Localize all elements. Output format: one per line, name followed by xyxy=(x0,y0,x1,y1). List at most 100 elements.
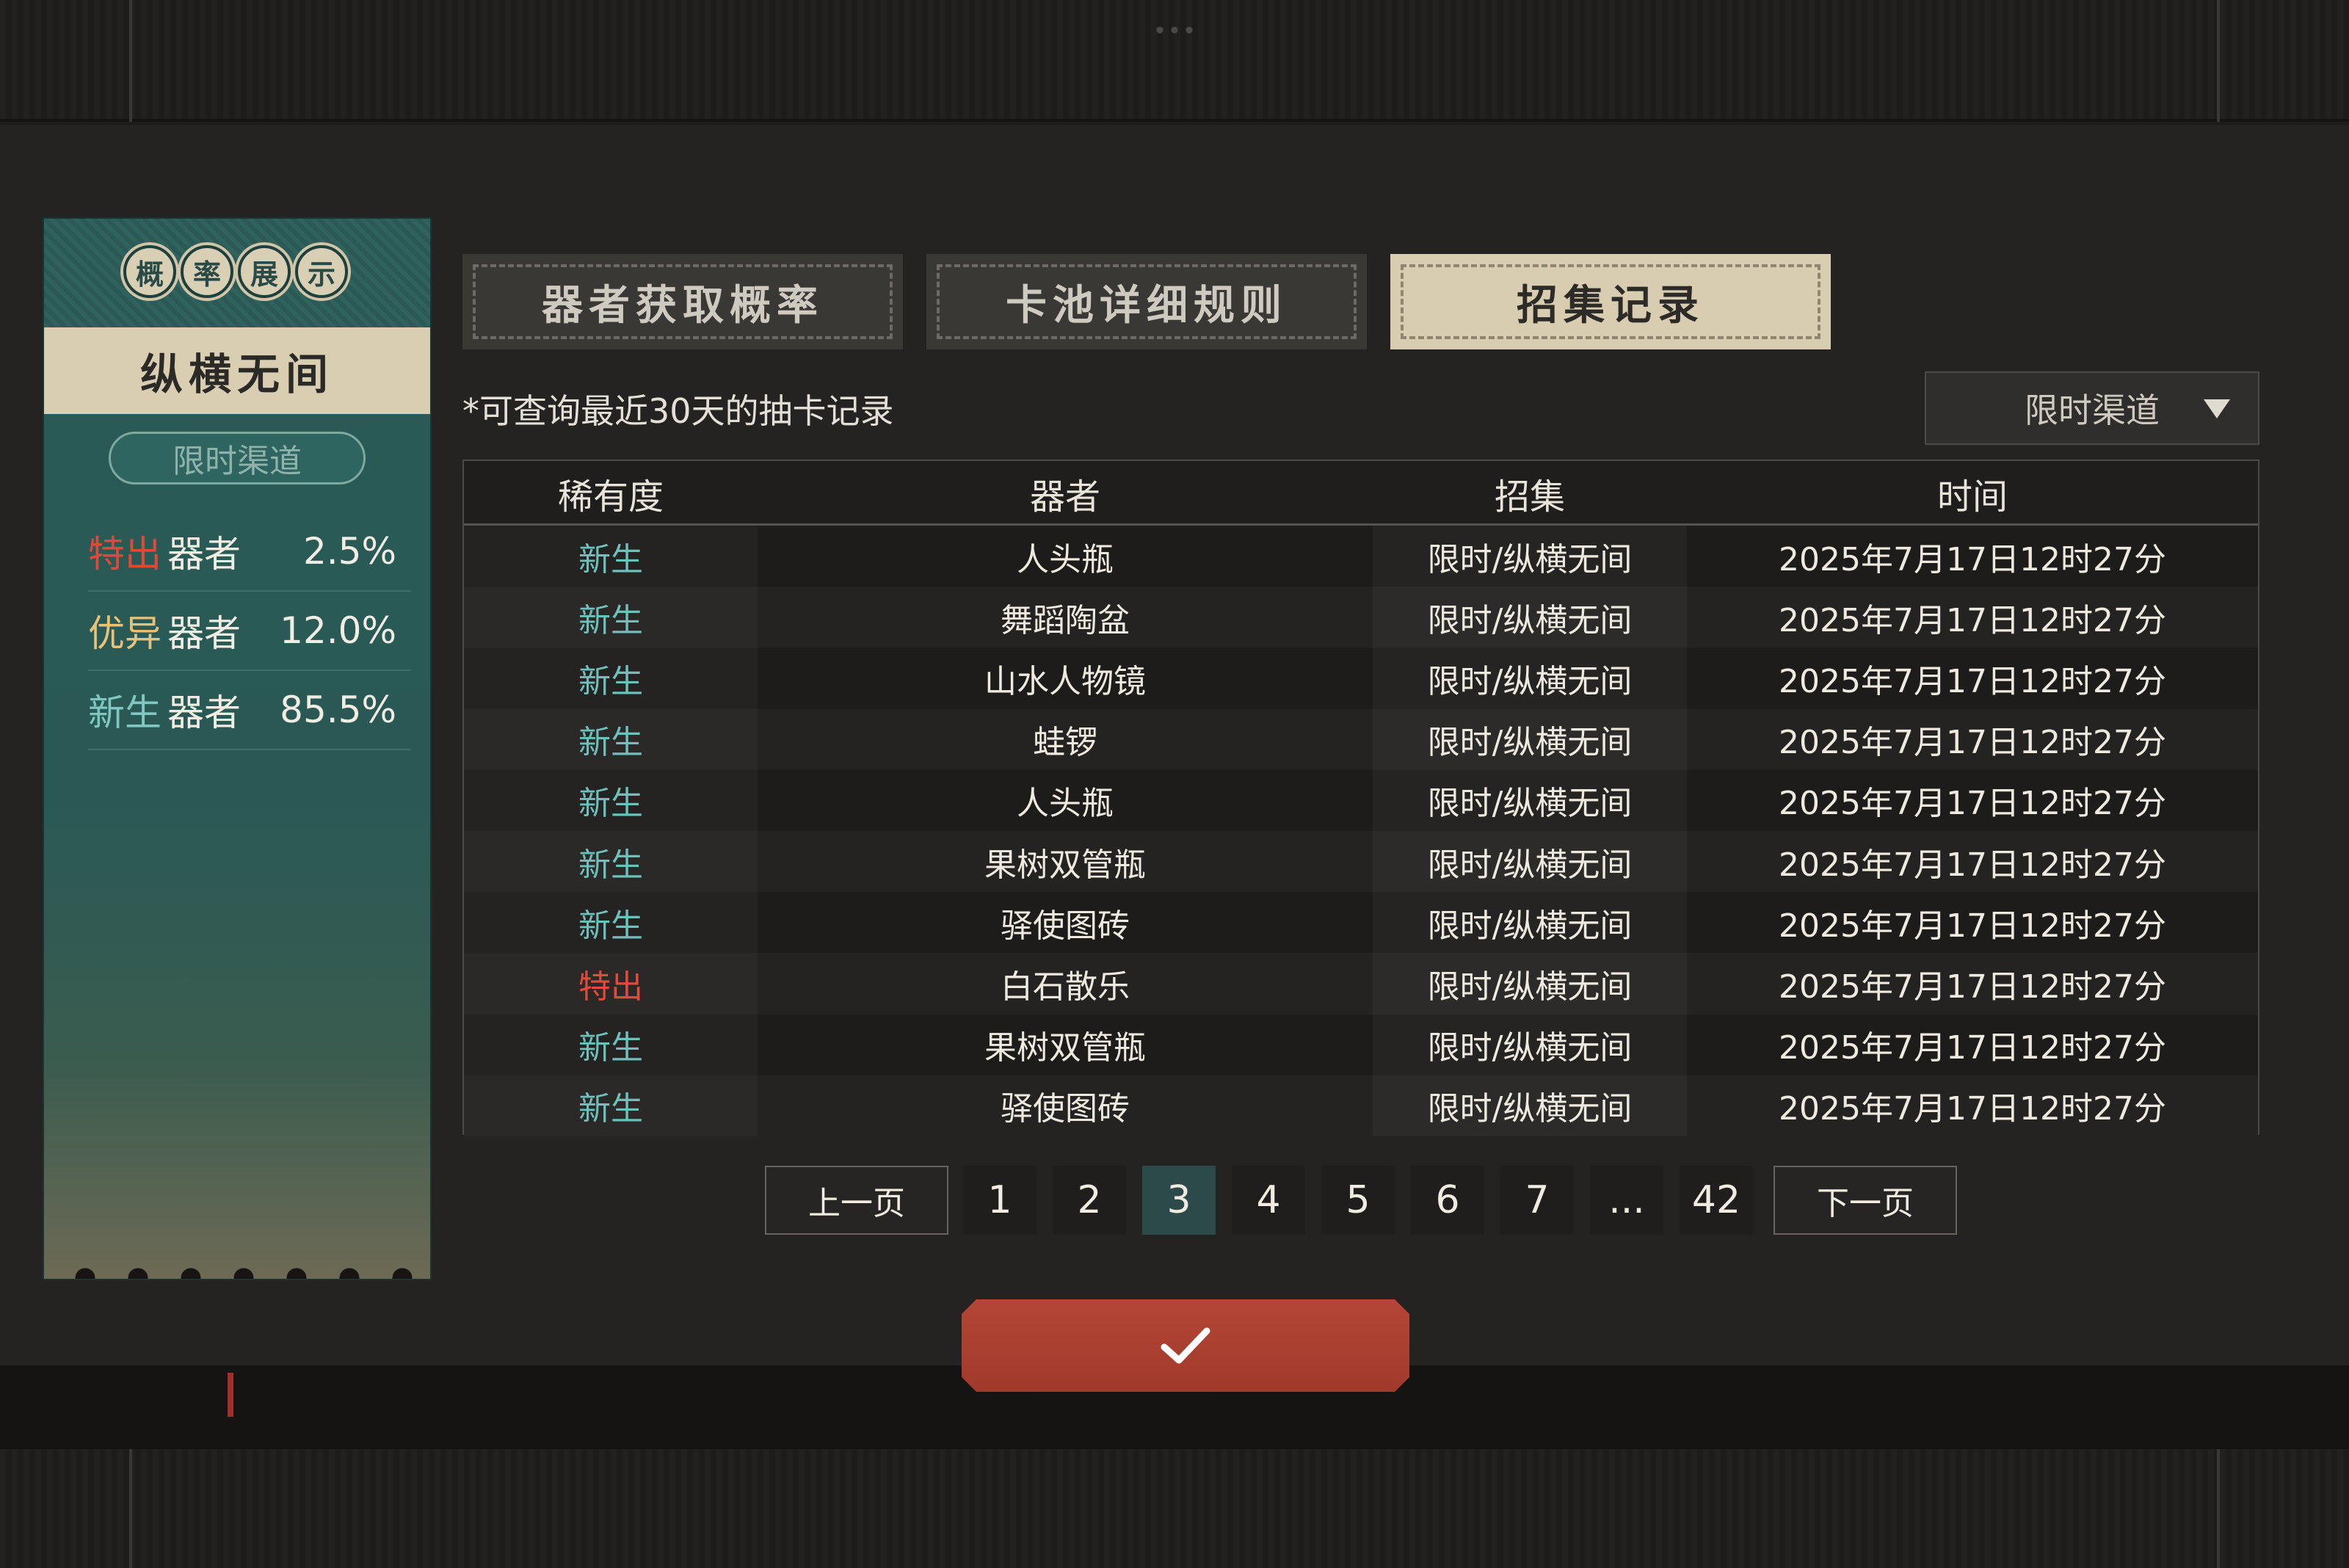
decorative-mark xyxy=(228,1373,233,1417)
time-cell: 2025年7月17日12时27分 xyxy=(1779,724,2166,762)
time-cell: 2025年7月17日12时27分 xyxy=(1779,1090,2166,1128)
page-button[interactable]: 1 xyxy=(963,1166,1036,1235)
prev-page-button[interactable]: 上一页 xyxy=(765,1166,948,1235)
table-row: 新生 驿使图砖 限时/纵横无间 2025年7月17日12时27分 xyxy=(464,892,2258,954)
page-button[interactable]: 6 xyxy=(1411,1166,1484,1235)
probability-value: 12.0% xyxy=(280,609,396,652)
table-header: 稀有度 器者 招集 时间 xyxy=(464,461,2258,526)
rarity-cell: 新生 xyxy=(464,770,758,831)
table-row: 新生 蛙锣 限时/纵横无间 2025年7月17日12时27分 xyxy=(464,708,2258,770)
page-button[interactable]: 5 xyxy=(1321,1166,1395,1235)
checkmark-icon xyxy=(1161,1327,1210,1364)
probability-value: 85.5% xyxy=(280,689,396,731)
time-cell: 2025年7月17日12时27分 xyxy=(1779,907,2166,945)
probability-list: 特出 器者 2.5% 优异 器者 12.0% 新生 器者 85.5% xyxy=(88,512,411,750)
item-cell: 驿使图砖 xyxy=(1001,907,1130,945)
badge-char: 示 xyxy=(295,245,348,298)
time-cell: 2025年7月17日12时27分 xyxy=(1779,540,2166,578)
rarity-label: 新生 xyxy=(88,692,161,734)
item-cell: 驿使图砖 xyxy=(1001,1090,1130,1128)
table-row: 新生 果树双管瓶 限时/纵横无间 2025年7月17日12时27分 xyxy=(464,830,2258,893)
time-cell: 2025年7月17日12时27分 xyxy=(1779,968,2166,1006)
pool-title: 纵横无间 xyxy=(139,349,334,399)
item-cell: 舞蹈陶盆 xyxy=(1001,601,1130,639)
item-cell: 人头瓶 xyxy=(1017,540,1114,578)
probability-panel: 概 率 展 示 纵横无间 限时渠道 特出 器者 2.5% 优异 器者 12.0%… xyxy=(43,217,432,1280)
table-body: 新生 人头瓶 限时/纵横无间 2025年7月17日12时27分 新生 舞蹈陶盆 限时/纵横… xyxy=(464,526,2258,1136)
page-ellipsis: ... xyxy=(1590,1166,1663,1235)
page-button[interactable]: 2 xyxy=(1053,1166,1126,1235)
tab-label: 器者获取概率 xyxy=(542,280,824,330)
rarity-label: 优异 xyxy=(88,612,161,655)
rarity-cell: 新生 xyxy=(464,647,758,708)
frame-divider xyxy=(129,0,132,122)
probability-row: 优异 器者 12.0% xyxy=(88,592,411,671)
more-dots-icon xyxy=(1152,26,1197,34)
next-page-button[interactable]: 下一页 xyxy=(1773,1166,1957,1235)
records-note: *可查询最近30天的抽卡记录 xyxy=(462,391,894,431)
pool-cell: 限时/纵横无间 xyxy=(1373,1014,1687,1075)
triangle-down-icon xyxy=(2204,399,2230,418)
item-cell: 果树双管瓶 xyxy=(984,1029,1146,1067)
pool-cell: 限时/纵横无间 xyxy=(1373,526,1687,587)
channel-pill: 限时渠道 xyxy=(109,432,366,484)
page-button[interactable]: 7 xyxy=(1500,1166,1574,1235)
column-header: 时间 xyxy=(1936,476,2008,518)
badge-char: 展 xyxy=(238,245,291,298)
rarity-cell: 新生 xyxy=(464,587,758,647)
tab-label: 招集记录 xyxy=(1517,280,1704,330)
ticket-perforation xyxy=(59,1267,426,1279)
probability-row: 新生 器者 85.5% xyxy=(88,671,411,750)
pool-cell: 限时/纵横无间 xyxy=(1373,1075,1687,1136)
table-row: 新生 果树双管瓶 限时/纵横无间 2025年7月17日12时27分 xyxy=(464,1014,2258,1075)
badge-char: 概 xyxy=(123,245,176,298)
pool-cell: 限时/纵横无间 xyxy=(1373,587,1687,648)
column-header: 器者 xyxy=(1029,476,1100,518)
rarity-cell: 新生 xyxy=(464,1075,758,1136)
rarity-cell: 新生 xyxy=(464,892,758,953)
tab-probability[interactable]: 器者获取概率 xyxy=(462,254,903,349)
item-cell: 蛙锣 xyxy=(1033,724,1097,762)
time-cell: 2025年7月17日12时27分 xyxy=(1779,785,2166,823)
probability-value: 2.5% xyxy=(302,530,396,573)
table-row: 新生 人头瓶 限时/纵横无间 2025年7月17日12时27分 xyxy=(464,769,2258,831)
tab-records[interactable]: 招集记录 xyxy=(1390,254,1831,349)
table-row: 新生 山水人物镜 限时/纵横无间 2025年7月17日12时27分 xyxy=(464,647,2258,709)
page-button[interactable]: 42 xyxy=(1680,1166,1753,1235)
item-cell: 白石散乐 xyxy=(1001,968,1130,1006)
rarity-cell: 新生 xyxy=(464,709,758,770)
rarity-cell: 新生 xyxy=(464,1015,758,1075)
probability-badges: 概 率 展 示 xyxy=(123,245,348,298)
item-cell: 山水人物镜 xyxy=(984,662,1146,700)
table-row: 新生 人头瓶 限时/纵横无间 2025年7月17日12时27分 xyxy=(464,526,2258,587)
rarity-label: 特出 xyxy=(88,533,161,576)
time-cell: 2025年7月17日12时27分 xyxy=(1779,846,2166,884)
table-row: 特出 白石散乐 限时/纵横无间 2025年7月17日12时27分 xyxy=(464,953,2258,1015)
time-cell: 2025年7月17日12时27分 xyxy=(1779,601,2166,639)
table-row: 新生 驿使图砖 限时/纵横无间 2025年7月17日12时27分 xyxy=(464,1075,2258,1136)
page-button-current[interactable]: 3 xyxy=(1142,1166,1216,1235)
item-cell: 人头瓶 xyxy=(1017,785,1114,823)
frame-divider xyxy=(2217,1449,2220,1568)
channel-dropdown[interactable]: 限时渠道 xyxy=(1925,371,2259,445)
pool-cell: 限时/纵横无间 xyxy=(1373,708,1687,770)
probability-row: 特出 器者 2.5% xyxy=(88,512,411,592)
rarity-cell: 新生 xyxy=(464,526,758,587)
kind-label: 器者 xyxy=(167,612,241,655)
rarity-cell: 新生 xyxy=(464,831,758,892)
time-cell: 2025年7月17日12时27分 xyxy=(1779,662,2166,700)
bottom-frame xyxy=(0,1446,2349,1568)
top-frame xyxy=(0,0,2349,122)
records-table: 稀有度 器者 招集 时间 新生 人头瓶 限时/纵横无间 2025年7月17日12时27… xyxy=(462,460,2259,1136)
frame-divider xyxy=(129,1449,132,1568)
time-cell: 2025年7月17日12时27分 xyxy=(1779,1029,2166,1067)
tab-rules[interactable]: 卡池详细规则 xyxy=(926,254,1367,349)
confirm-button[interactable] xyxy=(962,1299,1409,1392)
channel-dropdown-value: 限时渠道 xyxy=(2025,391,2160,430)
pool-cell: 限时/纵横无间 xyxy=(1373,647,1687,709)
table-row: 新生 舞蹈陶盆 限时/纵横无间 2025年7月17日12时27分 xyxy=(464,587,2258,648)
pool-title-bar: 纵横无间 xyxy=(44,327,430,414)
probability-header: 概 率 展 示 xyxy=(44,219,430,327)
kind-label: 器者 xyxy=(167,533,241,576)
page-button[interactable]: 4 xyxy=(1232,1166,1305,1235)
